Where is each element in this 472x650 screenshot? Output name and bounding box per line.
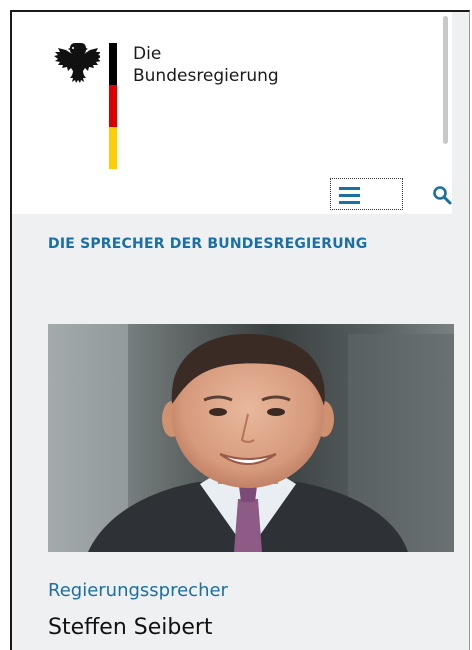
site-logo[interactable]: Die Bundesregierung	[133, 43, 279, 87]
person-name[interactable]: Steffen Seibert	[48, 615, 213, 640]
flag-stripe-black	[109, 43, 117, 85]
role-link[interactable]: Regierungssprecher	[48, 580, 228, 601]
german-flag-bar	[109, 43, 117, 169]
federal-eagle-icon	[54, 43, 100, 83]
menu-button[interactable]	[330, 178, 403, 210]
portrait-photo[interactable]	[48, 324, 454, 552]
section-title[interactable]: DIE SPRECHER DER BUNDESREGIERUNG	[48, 236, 367, 252]
logo-line-2: Bundesregierung	[133, 66, 279, 86]
site-header: Die Bundesregierung	[12, 12, 452, 214]
logo-line-1: Die	[133, 44, 162, 64]
scrollbar-thumb[interactable]	[443, 16, 448, 144]
flag-stripe-red	[109, 85, 117, 127]
hamburger-menu-icon	[339, 187, 360, 208]
search-icon[interactable]	[432, 185, 452, 205]
browser-viewport: Die Bundesregierung DIE SPRECHER DER BUN…	[10, 10, 470, 650]
flag-stripe-gold	[109, 127, 117, 169]
